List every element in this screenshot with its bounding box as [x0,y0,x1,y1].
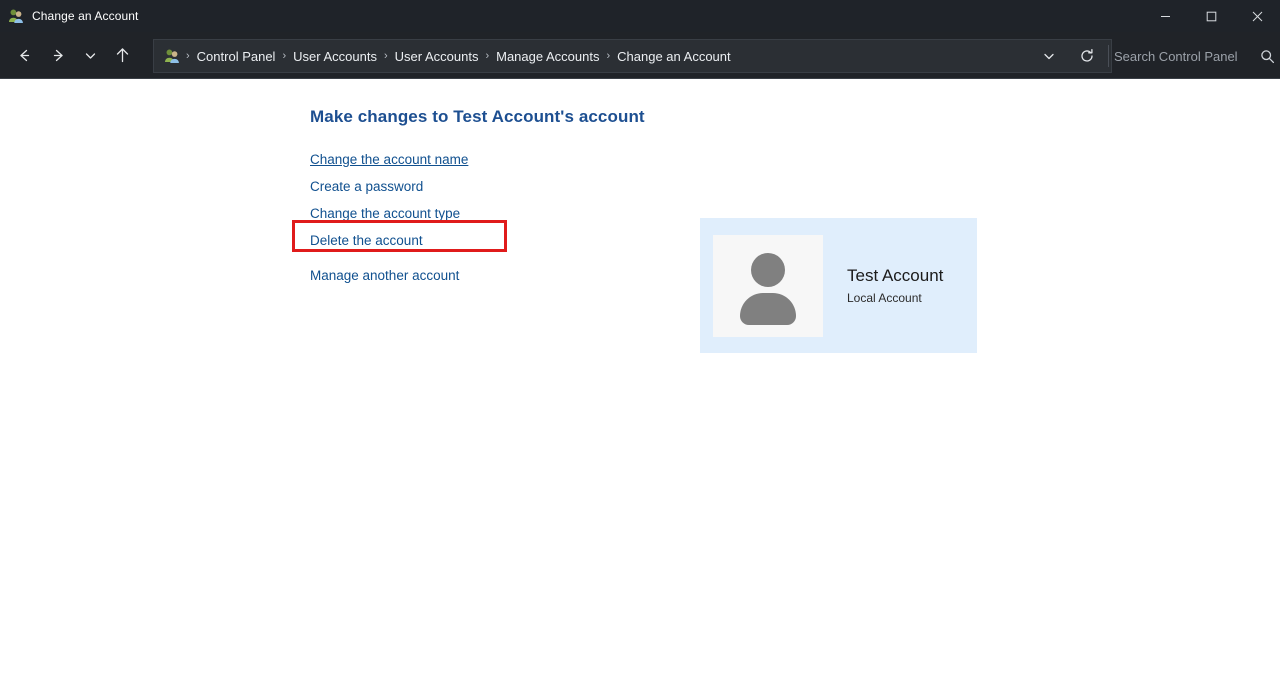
user-accounts-icon [8,8,24,24]
forward-button[interactable] [41,39,75,71]
avatar [713,235,823,337]
breadcrumb-separator-2: › [382,50,390,62]
breadcrumb-separator-3: › [483,50,491,62]
breadcrumb-item-control-panel[interactable]: Control Panel [192,46,281,67]
search-box[interactable]: Search Control Panel [1114,39,1280,73]
page-title: Make changes to Test Account's account [310,107,645,127]
link-create-password[interactable]: Create a password [310,173,423,200]
search-icon[interactable] [1254,41,1280,71]
breadcrumb-item-user-accounts-2[interactable]: User Accounts [390,46,484,67]
link-manage-another-account[interactable]: Manage another account [310,262,459,289]
link-change-account-name[interactable]: Change the account name [310,146,468,173]
up-button[interactable] [105,39,139,71]
avatar-body [740,293,796,325]
search-input[interactable]: Search Control Panel [1114,49,1254,64]
breadcrumb-separator-4: › [604,50,612,62]
window-title: Change an Account [32,9,138,23]
back-button[interactable] [7,39,41,71]
breadcrumb-separator-0: › [184,50,192,62]
window-controls [1142,0,1280,32]
close-button[interactable] [1234,0,1280,32]
account-type: Local Account [847,289,943,307]
account-task-links: Change the account name Create a passwor… [310,146,468,289]
account-details: Test Account Local Account [847,265,943,307]
link-change-account-type[interactable]: Change the account type [310,200,460,227]
address-user-accounts-icon [164,48,180,64]
maximize-button[interactable] [1188,0,1234,32]
minimize-button[interactable] [1142,0,1188,32]
account-summary-card: Test Account Local Account [700,218,977,353]
link-delete-account[interactable]: Delete the account [310,227,423,254]
address-search-divider [1108,45,1109,67]
content-area: Make changes to Test Account's account C… [0,80,1280,673]
refresh-icon[interactable] [1068,40,1106,72]
address-bar[interactable]: › Control Panel › User Accounts › User A… [153,39,1112,73]
address-bar-actions [1030,40,1111,72]
account-name: Test Account [847,265,943,287]
avatar-head [751,253,785,287]
user-avatar-icon [736,253,800,319]
title-bar: Change an Account [0,0,1280,32]
breadcrumb-item-change-an-account[interactable]: Change an Account [612,46,735,67]
recent-locations-button[interactable] [75,39,105,71]
breadcrumb-item-manage-accounts[interactable]: Manage Accounts [491,46,604,67]
chevron-down-icon[interactable] [1030,40,1068,72]
breadcrumb-item-user-accounts-1[interactable]: User Accounts [288,46,382,67]
breadcrumb-separator-1: › [280,50,288,62]
breadcrumb: › Control Panel › User Accounts › User A… [184,46,1030,67]
